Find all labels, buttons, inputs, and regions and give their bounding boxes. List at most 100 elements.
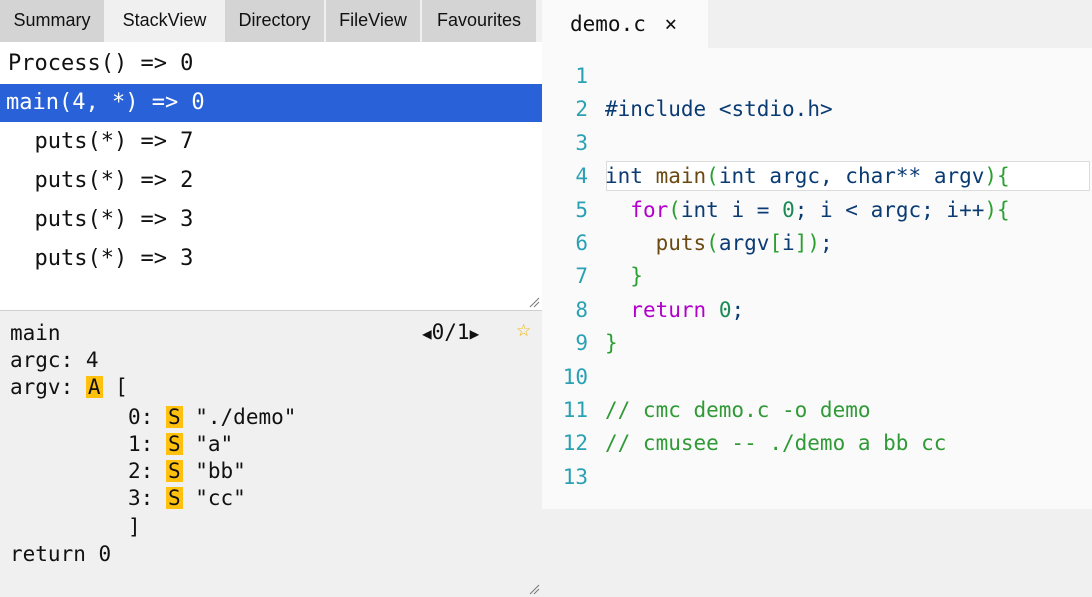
stack-row-process[interactable]: Process() => 0 <box>0 45 550 83</box>
argc-label: argc: <box>10 348 86 372</box>
include-directive: #include <box>605 97 707 122</box>
prev-arrow-icon[interactable]: ◀ <box>422 324 432 343</box>
tab-summary[interactable]: Summary <box>0 0 104 42</box>
argv-value: "a" <box>195 432 234 456</box>
code-token: argv <box>718 231 770 255</box>
argv-close-bracket: ] <box>128 515 141 539</box>
code-line: 5 for(int i = 0; i < argc; i++){ <box>542 194 1092 227</box>
editor-panel: demo.c × 1 2 #include <stdio.h> 3 4 int ma… <box>542 0 1092 597</box>
code-token: ; i < argc; i++ <box>794 197 985 222</box>
code-token: int <box>605 164 643 189</box>
code-token: puts <box>655 231 707 255</box>
stack-view: Process() => 0 main(4, *) => 0 puts(*) =… <box>0 42 548 311</box>
argv-item: 0: S "./demo" <box>128 404 296 431</box>
argv-label: argv: <box>10 375 86 399</box>
close-icon[interactable]: × <box>665 12 678 36</box>
frame-name: main <box>10 321 61 345</box>
stack-row-puts-2[interactable]: puts(*) => 2 <box>0 162 550 200</box>
stack-row-puts-1[interactable]: puts(*) => 7 <box>0 123 550 161</box>
argv-open-bracket: [ <box>115 375 128 399</box>
code-token: argc <box>769 164 820 189</box>
code-line: 1 <box>542 60 1092 93</box>
line-number: 3 <box>575 130 588 155</box>
code-line: 11 // cmc demo.c -o demo <box>542 394 1092 427</box>
left-panel: Summary StackView Directory FileView Fav… <box>0 0 548 597</box>
stack-row-main[interactable]: main(4, *) => 0 <box>0 84 548 122</box>
argv-index: 0: <box>128 405 166 429</box>
code-line: 12 // cmusee -- ./demo a bb cc <box>542 427 1092 460</box>
line-number: 7 <box>575 264 588 289</box>
editor-tab-label: demo.c <box>570 12 646 36</box>
code-line: 8 return 0; <box>542 294 1092 327</box>
code-token: 0 <box>782 197 795 222</box>
include-header: <stdio.h> <box>718 97 833 122</box>
tab-stackview[interactable]: StackView <box>106 0 223 42</box>
next-arrow-icon[interactable]: ▶ <box>470 324 480 343</box>
stack-row-puts-3[interactable]: puts(*) => 3 <box>0 201 550 239</box>
line-number: 1 <box>575 64 588 88</box>
line-number: 9 <box>575 331 588 356</box>
argv-value: "bb" <box>195 459 246 483</box>
line-number: 13 <box>562 464 588 489</box>
code-comment: // cmusee -- ./demo a bb cc <box>605 431 947 456</box>
variables-panel: main ◀0/1▶ ☆ argc: 4 argv: A [ 0: S "./d… <box>0 311 542 597</box>
code-line: 10 <box>542 361 1092 394</box>
code-editor[interactable]: 1 2 #include <stdio.h> 3 4 int main(int ar… <box>542 48 1092 509</box>
argv-line: argv: A [ <box>10 374 128 401</box>
resize-grip-icon[interactable] <box>528 583 540 595</box>
editor-tab-demo-c[interactable]: demo.c × <box>542 0 708 48</box>
tab-favourites[interactable]: Favourites <box>422 0 536 42</box>
code-line: 6 puts(argv[i]); <box>542 227 1092 260</box>
code-token: char** <box>845 164 922 189</box>
code-comment: // cmc demo.c -o demo <box>605 398 871 422</box>
tab-directory[interactable]: Directory <box>225 0 324 42</box>
code-token: int <box>680 197 719 222</box>
tab-fileview[interactable]: FileView <box>326 0 420 42</box>
argv-index: 3: <box>128 486 166 510</box>
frame-navigator: ◀0/1▶ <box>422 320 479 344</box>
resize-grip-icon[interactable] <box>528 296 540 308</box>
argv-value: "./demo" <box>195 405 297 429</box>
frame-counter: 0/1 <box>431 320 470 344</box>
current-code-line: 4 int main(int argc, char** argv){ <box>542 160 1092 193</box>
code-token: main <box>655 164 707 189</box>
argv-item: 1: S "a" <box>128 431 233 458</box>
code-line: 2 #include <stdio.h> <box>542 93 1092 126</box>
line-number: 11 <box>562 398 588 422</box>
code-line: 13 <box>542 461 1092 494</box>
argv-index: 2: <box>128 459 166 483</box>
code-token: argv <box>933 164 985 189</box>
line-number: 8 <box>575 297 588 322</box>
stack-row-puts-4[interactable]: puts(*) => 3 <box>0 240 550 278</box>
array-badge[interactable]: A <box>85 376 103 398</box>
line-number: 4 <box>575 164 588 189</box>
string-badge[interactable]: S <box>165 460 183 482</box>
editor-tabs: demo.c × <box>542 0 1092 48</box>
return-value: return 0 <box>10 542 112 566</box>
code-token: 0 <box>718 297 732 322</box>
line-number: 10 <box>562 364 588 389</box>
code-token: for <box>630 197 669 222</box>
argv-item: 2: S "bb" <box>128 458 246 485</box>
argc-value: 4 <box>85 348 99 372</box>
line-number: 5 <box>575 197 588 222</box>
argv-index: 1: <box>128 432 166 456</box>
string-badge[interactable]: S <box>165 406 183 428</box>
code-token: int <box>718 164 757 189</box>
panel-tabs: Summary StackView Directory FileView Fav… <box>0 0 542 42</box>
code-line: 9} <box>542 327 1092 360</box>
line-number: 6 <box>575 231 588 255</box>
code-token: return <box>630 297 707 322</box>
code-line: 7 } <box>542 260 1092 293</box>
argv-value: "cc" <box>195 486 246 510</box>
argv-item: 3: S "cc" <box>128 485 246 512</box>
line-number: 12 <box>562 431 588 456</box>
code-token: i = <box>731 197 783 222</box>
code-line: 3 <box>542 127 1092 160</box>
argc-line: argc: 4 <box>10 347 99 374</box>
code-token: i <box>782 231 795 255</box>
line-number: 2 <box>575 97 588 122</box>
string-badge[interactable]: S <box>165 433 183 455</box>
string-badge[interactable]: S <box>165 487 183 509</box>
star-icon[interactable]: ☆ <box>516 321 531 341</box>
